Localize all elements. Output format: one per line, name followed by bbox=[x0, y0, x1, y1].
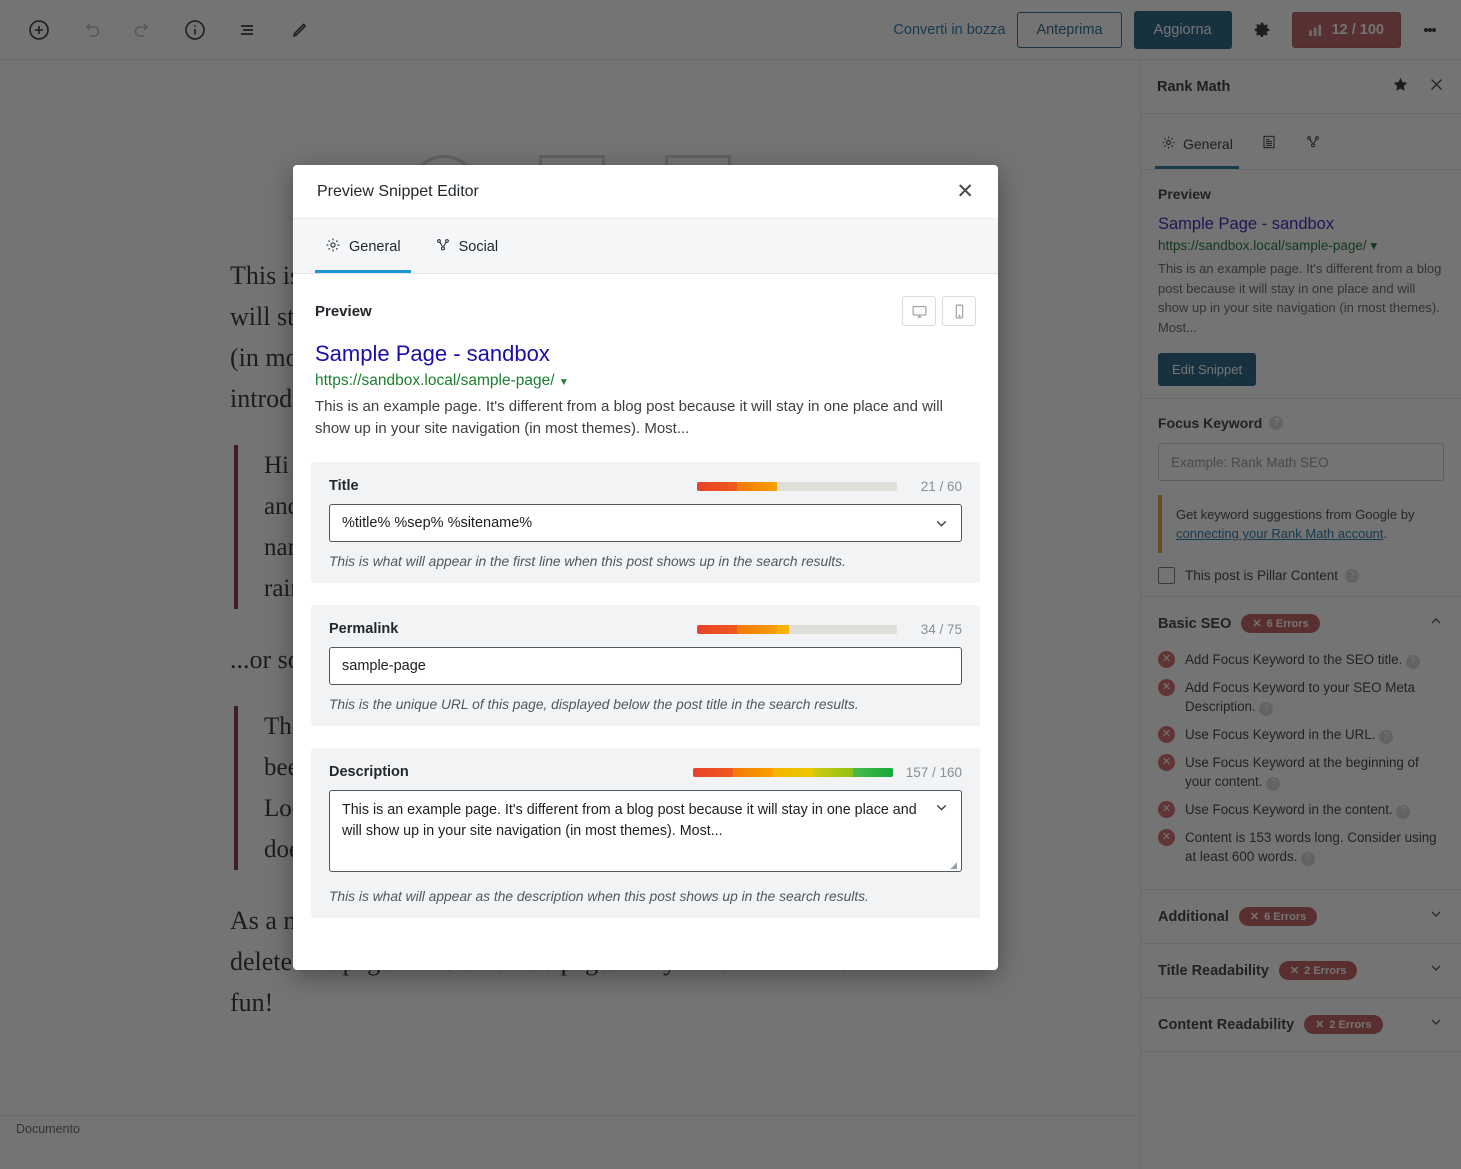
seo-title-input[interactable] bbox=[329, 504, 962, 542]
field-meter: 157 / 160 bbox=[692, 764, 962, 780]
caret-down-icon[interactable]: ▼ bbox=[559, 377, 569, 388]
field-help-text: This is what will appear in the first li… bbox=[329, 554, 846, 569]
mobile-icon[interactable] bbox=[942, 296, 976, 326]
description-input-wrap: ◢ bbox=[329, 790, 962, 877]
share-nodes-icon bbox=[435, 237, 451, 257]
tab-label: Social bbox=[458, 239, 499, 255]
modal-title: Preview Snippet Editor bbox=[317, 182, 479, 200]
field-label: Title bbox=[329, 478, 359, 494]
tab-general[interactable]: General bbox=[315, 237, 411, 273]
chevron-down-icon[interactable] bbox=[933, 799, 950, 821]
preview-header-row: Preview bbox=[311, 296, 980, 326]
field-header: Permalink 34 / 75 bbox=[329, 621, 962, 637]
chevron-down-icon[interactable] bbox=[933, 515, 950, 537]
modal-body: Preview Sample Page - sandbox https://sa… bbox=[293, 274, 998, 918]
resize-handle-icon[interactable]: ◢ bbox=[950, 860, 957, 871]
title-field-group: Title 21 / 60 %title% %sep% %sitename% T… bbox=[311, 462, 980, 583]
field-help-text: This is what will appear as the descript… bbox=[329, 889, 869, 904]
snippet-title[interactable]: Sample Page - sandbox bbox=[315, 340, 976, 368]
meta-description-textarea[interactable] bbox=[329, 790, 962, 872]
preview-heading: Preview bbox=[315, 302, 372, 320]
close-icon[interactable]: ✕ bbox=[956, 181, 974, 202]
field-label: Description bbox=[329, 764, 409, 780]
length-meter-bar bbox=[697, 624, 897, 634]
device-toggle bbox=[902, 296, 976, 326]
modal-header: Preview Snippet Editor ✕ bbox=[293, 165, 998, 218]
length-meter-bar bbox=[697, 481, 897, 491]
character-counter: 157 / 160 bbox=[905, 764, 962, 780]
field-header: Description 157 / 160 bbox=[329, 764, 962, 780]
field-label: Permalink bbox=[329, 621, 399, 637]
field-meter: 34 / 75 bbox=[697, 622, 962, 637]
permalink-field-group: Permalink 34 / 75 T bbox=[311, 605, 980, 726]
permalink-input[interactable] bbox=[329, 647, 962, 685]
permalink-input-wrap bbox=[329, 647, 962, 685]
wordpress-block-editor: Converti in bozza Anteprima Aggiorna 12 … bbox=[0, 0, 1461, 1169]
preview-snippet-editor-modal: Preview Snippet Editor ✕ General Social … bbox=[293, 165, 998, 970]
title-input-wrap bbox=[329, 504, 962, 542]
field-meter: 21 / 60 bbox=[697, 479, 962, 494]
modal-tabs: General Social bbox=[293, 218, 998, 274]
length-meter-bar bbox=[692, 767, 893, 777]
desktop-icon[interactable] bbox=[902, 296, 936, 326]
snippet-description: This is an example page. It's different … bbox=[315, 398, 943, 437]
tab-label: General bbox=[349, 239, 401, 255]
snippet-url: https://sandbox.local/sample-page/ ▼ bbox=[315, 372, 976, 390]
field-help-text: This is the unique URL of this page, dis… bbox=[329, 697, 859, 712]
search-snippet-preview: Sample Page - sandbox https://sandbox.lo… bbox=[311, 326, 980, 440]
snippet-url-text: https://sandbox.local/sample-page/ bbox=[315, 372, 555, 389]
field-header: Title 21 / 60 bbox=[329, 478, 962, 494]
character-counter: 21 / 60 bbox=[920, 478, 962, 494]
tab-social[interactable]: Social bbox=[425, 237, 509, 273]
gear-icon bbox=[325, 237, 341, 257]
character-counter: 34 / 75 bbox=[920, 621, 962, 637]
description-field-group: Description 157 / 160 This is an example… bbox=[311, 748, 980, 918]
